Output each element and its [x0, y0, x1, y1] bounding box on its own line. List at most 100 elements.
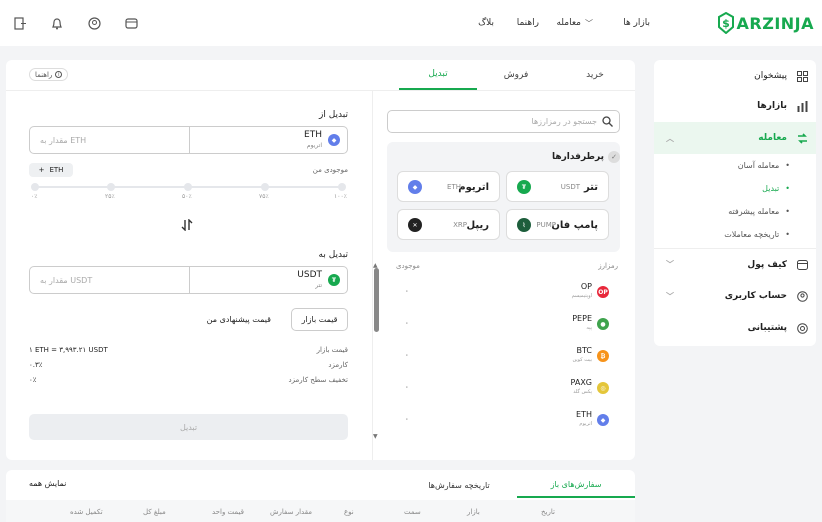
popular-header: پرطرفدارها ✓	[552, 151, 620, 163]
scroll-down-icon[interactable]: ▼	[373, 433, 378, 440]
sidebar-sub-advanced-trade[interactable]: • معامله پیشرفته	[654, 200, 816, 223]
guide-button[interactable]: راهنما i	[29, 68, 69, 81]
from-symbol[interactable]: ETH	[304, 130, 322, 140]
tab-divider	[6, 90, 635, 91]
nav-trade[interactable]: معامله ﹀	[556, 0, 599, 46]
sidebar-item-support[interactable]: پشتیبانی	[654, 312, 816, 344]
col-header: مقدار سفارش	[270, 508, 312, 516]
coin-symbol: PEPE	[572, 314, 592, 323]
sidebar-item-trade[interactable]: معامله ︿	[654, 122, 816, 154]
chevron-down-icon: ﹀	[666, 291, 674, 301]
tether-icon: ₮	[328, 274, 340, 286]
search-input[interactable]: جستجو در رمزارزها	[387, 110, 620, 133]
slider-stop[interactable]	[261, 183, 269, 191]
sidebar-sub-easy-trade[interactable]: • معامله آسان	[654, 154, 816, 177]
sub-label: معامله آسان	[737, 161, 780, 170]
show-all-link[interactable]: نمایش همه	[29, 479, 66, 488]
slider-stop[interactable]	[338, 183, 346, 191]
nav-guide-label: راهنما	[516, 18, 539, 28]
guide-label: راهنما	[35, 70, 53, 79]
tab-open-orders[interactable]: سفارش‌های باز	[517, 472, 635, 498]
coin-symbol: PUMP	[536, 221, 556, 229]
tab-buy[interactable]: خرید	[557, 60, 633, 90]
suggested-price-option[interactable]: قیمت پیشنهادی من	[207, 315, 271, 324]
list-item[interactable]: ₿ BTC بیت کوین ۰	[387, 340, 620, 372]
coin-balance: ۰	[405, 383, 409, 391]
bullet: •	[785, 184, 790, 193]
sidebar-item-label: کیف پول	[747, 259, 787, 270]
tab-order-history[interactable]: تاریخچه سفارش‌ها	[400, 472, 518, 498]
sidebar-item-dashboard[interactable]: پیشخوان	[654, 60, 816, 92]
tab-sell[interactable]: فروش	[478, 60, 554, 90]
sidebar-item-label: بازارها	[757, 101, 787, 111]
popular-pump[interactable]: پامپ فان PUMP ⌇	[506, 209, 609, 240]
swap-direction-icon[interactable]	[180, 218, 194, 232]
nav-blog[interactable]: بلاگ	[478, 0, 494, 46]
from-field: مقدار به ETH ETH اتریوم ◆	[29, 126, 348, 154]
chevron-up-icon: ︿	[666, 133, 674, 143]
bell-icon[interactable]	[50, 16, 64, 30]
list-item[interactable]: OP OP اوپتیمیسم ۰	[387, 276, 620, 308]
coin-balance: ۰	[405, 319, 409, 327]
sidebar-item-wallet[interactable]: کیف پول ﹀	[654, 248, 816, 280]
sidebar-item-label: حساب کاربری	[724, 291, 787, 301]
sidebar-sub-trade-history[interactable]: • تاریخچه معاملات	[654, 223, 816, 246]
to-symbol[interactable]: USDT	[297, 270, 322, 280]
nav-guide[interactable]: راهنما	[517, 0, 539, 46]
sidebar-item-account[interactable]: حساب کاربری ﹀	[654, 280, 816, 312]
coin-name: اتریوم	[579, 421, 592, 427]
brand-logo[interactable]: $ ARZINJA	[717, 10, 814, 36]
popular-usdt[interactable]: تتر USDT ₮	[506, 171, 609, 202]
nav-markets[interactable]: بازار ها	[623, 0, 650, 46]
swap-icon	[796, 132, 808, 144]
coin-symbol: OP	[580, 282, 592, 291]
coin-name: تتر	[583, 182, 598, 193]
slider-stop[interactable]	[107, 183, 115, 191]
col-header: سمت	[404, 508, 421, 516]
balance-chip[interactable]: + ETH	[29, 163, 73, 177]
grid-icon	[796, 70, 808, 82]
list-item[interactable]: ● PEPE پپه ۰	[387, 308, 620, 340]
coin-symbol: PAXG	[570, 378, 592, 387]
bar-chart-icon	[796, 100, 808, 112]
coin-name: اتریوم	[458, 182, 489, 193]
coin-balance: ۰	[405, 351, 409, 359]
chevron-down-icon: ﹀	[666, 260, 674, 269]
bullet: •	[785, 207, 790, 216]
coin-balance: ۰	[405, 415, 409, 423]
user-icon[interactable]	[87, 16, 101, 30]
scroll-thumb[interactable]	[374, 268, 379, 332]
tab-convert[interactable]: تبدیل	[399, 60, 477, 90]
from-amount-input[interactable]: مقدار به ETH	[40, 136, 86, 145]
list-item[interactable]: ◆ ETH اتریوم ۰	[387, 404, 620, 436]
info-label: تخفیف سطح کارمزد	[288, 376, 348, 384]
tether-icon: ₮	[517, 180, 531, 194]
coin-symbol: BTC	[576, 346, 593, 355]
bullet: •	[785, 161, 790, 170]
coin-balance: ۰	[405, 287, 409, 295]
svg-text:$: $	[722, 17, 730, 30]
coin-name: ریپل	[466, 220, 489, 231]
popular-eth[interactable]: اتریوم ETH ◆	[397, 171, 500, 202]
ethereum-icon: ◆	[597, 414, 609, 426]
logout-icon[interactable]	[13, 16, 27, 30]
wallet-icon[interactable]	[124, 16, 138, 30]
convert-submit-button[interactable]: تبدیل	[29, 414, 348, 440]
list-item[interactable]: ◎ PAXG پکس گلد ۰	[387, 372, 620, 404]
coin-symbol: ETH	[576, 410, 592, 419]
coin-symbol: XRP	[453, 221, 467, 229]
popular-xrp[interactable]: ریپل XRP ✕	[397, 209, 500, 240]
col-header: نوع	[344, 508, 354, 516]
chevron-down-icon: ﹀	[585, 18, 593, 28]
to-amount-input[interactable]: مقدار به USDT	[40, 276, 92, 285]
from-name: اتریوم	[306, 142, 322, 149]
tab-label: تبدیل	[428, 69, 448, 79]
market-price-button[interactable]: قیمت بازار	[291, 308, 348, 331]
col-currency: رمزارز	[598, 262, 618, 270]
sidebar-item-markets[interactable]: بازارها	[654, 90, 816, 122]
coin-name: اوپتیمیسم	[571, 293, 592, 299]
sidebar-sub-convert[interactable]: • تبدیل	[654, 177, 816, 200]
slider-stop[interactable]	[184, 183, 192, 191]
scrollbar[interactable]: ▲ ▼	[373, 262, 380, 442]
slider-stop[interactable]	[31, 183, 39, 191]
